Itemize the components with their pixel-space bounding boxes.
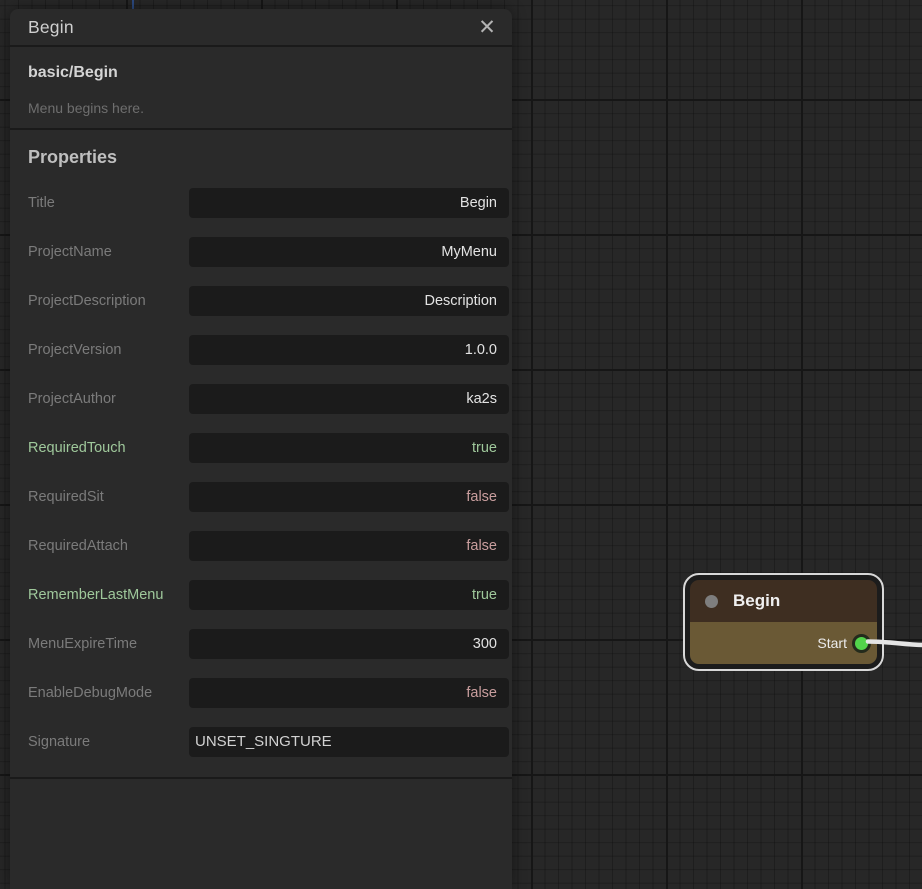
properties-section-title: Properties [28, 147, 117, 168]
property-value-field[interactable]: false [189, 531, 509, 561]
property-label: ProjectDescription [28, 293, 189, 309]
property-label: MenuExpireTime [28, 636, 189, 652]
node-status-dot-icon [705, 595, 718, 608]
property-value: true [472, 440, 497, 456]
property-value: UNSET_SINGTURE [195, 733, 332, 750]
properties-list: Title Begin ProjectName MyMenu ProjectDe… [28, 178, 509, 766]
property-label: ProjectVersion [28, 342, 189, 358]
property-value-field[interactable]: false [189, 482, 509, 512]
property-label: Title [28, 195, 189, 211]
property-row-projectauthor: ProjectAuthor ka2s [28, 374, 509, 423]
panel-header: Begin ✕ [10, 9, 512, 47]
property-row-projectversion: ProjectVersion 1.0.0 [28, 325, 509, 374]
property-value-field[interactable]: 300 [189, 629, 509, 659]
property-row-menuexpiretime: MenuExpireTime 300 [28, 619, 509, 668]
property-row-projectdescription: ProjectDescription Description [28, 276, 509, 325]
property-row-title: Title Begin [28, 178, 509, 227]
property-value: 1.0.0 [465, 342, 497, 358]
property-value-field[interactable]: false [189, 678, 509, 708]
property-label: RememberLastMenu [28, 587, 189, 603]
property-row-enabledebugmode: EnableDebugMode false [28, 668, 509, 717]
node-type-path: basic/Begin [28, 64, 118, 82]
property-value: Description [424, 293, 497, 309]
property-value-field[interactable]: UNSET_SINGTURE [189, 727, 509, 757]
property-value: MyMenu [441, 244, 497, 260]
begin-node-header[interactable]: Begin [690, 580, 877, 622]
property-value: false [466, 489, 497, 505]
property-value-field[interactable]: true [189, 580, 509, 610]
property-value: ka2s [466, 391, 497, 407]
node-selection-outline: Begin Start [683, 573, 884, 671]
property-value-field[interactable]: MyMenu [189, 237, 509, 267]
node-info-section: basic/Begin Menu begins here. [10, 49, 512, 130]
close-icon[interactable]: ✕ [474, 14, 500, 40]
property-value: false [466, 538, 497, 554]
panel-title: Begin [28, 17, 74, 38]
start-output-label: Start [817, 635, 847, 651]
property-label: ProjectAuthor [28, 391, 189, 407]
section-divider [10, 777, 512, 779]
properties-panel: Begin ✕ basic/Begin Menu begins here. Pr… [10, 9, 512, 889]
property-label: ProjectName [28, 244, 189, 260]
property-row-projectname: ProjectName MyMenu [28, 227, 509, 276]
property-value: 300 [473, 636, 497, 652]
property-value-field[interactable]: Begin [189, 188, 509, 218]
property-row-rememberlastmenu: RememberLastMenu true [28, 570, 509, 619]
property-row-signature: Signature UNSET_SINGTURE [28, 717, 509, 766]
property-row-requiredattach: RequiredAttach false [28, 521, 509, 570]
property-value-field[interactable]: ka2s [189, 384, 509, 414]
property-label: EnableDebugMode [28, 685, 189, 701]
property-value: true [472, 587, 497, 603]
property-label: RequiredSit [28, 489, 189, 505]
begin-node[interactable]: Begin Start [690, 580, 877, 664]
property-label: RequiredTouch [28, 440, 189, 456]
property-label: RequiredAttach [28, 538, 189, 554]
property-value-field[interactable]: 1.0.0 [189, 335, 509, 365]
property-value-field[interactable]: Description [189, 286, 509, 316]
node-title: Begin [733, 591, 780, 611]
property-row-requiredsit: RequiredSit false [28, 472, 509, 521]
node-description: Menu begins here. [28, 100, 144, 116]
connection-wire[interactable] [860, 628, 922, 654]
property-row-requiredtouch: RequiredTouch true [28, 423, 509, 472]
property-value: false [466, 685, 497, 701]
property-value: Begin [460, 195, 497, 211]
property-value-field[interactable]: true [189, 433, 509, 463]
property-label: Signature [28, 734, 189, 750]
begin-node-body: Start [690, 622, 877, 664]
